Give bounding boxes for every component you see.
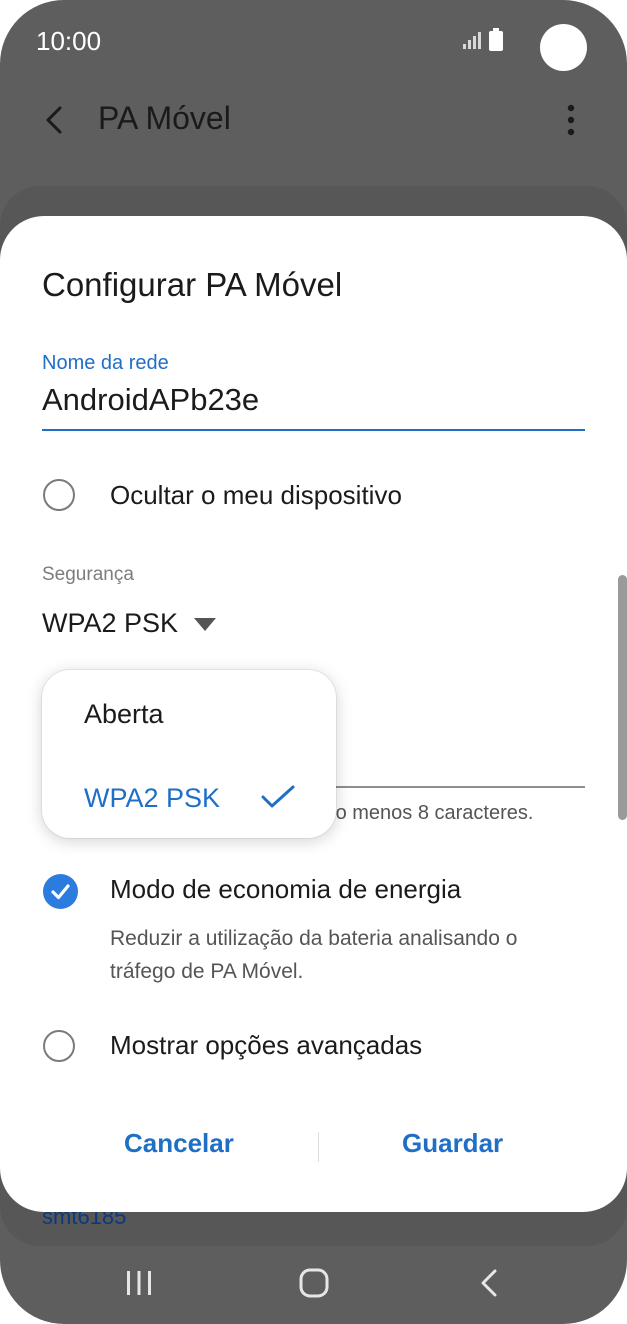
network-name-label: Nome da rede <box>42 352 169 374</box>
power-saving-checkbox[interactable] <box>43 874 78 909</box>
app-title: PA Móvel <box>98 100 231 136</box>
security-option-open[interactable]: Aberta <box>84 699 164 730</box>
advanced-options-label[interactable]: Mostrar opções avançadas <box>110 1030 422 1061</box>
app-bar: PA Móvel <box>0 90 627 150</box>
check-icon <box>51 884 70 900</box>
status-time: 10:00 <box>36 26 102 56</box>
signal-icon <box>463 32 481 49</box>
status-bar: 10:00 <box>0 0 627 84</box>
phone-screen: 10:00 PA Móvel smt6185 Configurar PA Móv… <box>0 0 627 1324</box>
network-name-underline <box>42 429 585 431</box>
navigation-bar <box>0 1248 627 1324</box>
hide-device-label[interactable]: Ocultar o meu dispositivo <box>110 480 402 511</box>
advanced-options-checkbox[interactable] <box>43 1030 75 1062</box>
hide-device-checkbox[interactable] <box>43 479 75 511</box>
power-saving-description: Reduzir a utilização da bateria analisan… <box>110 927 518 983</box>
security-select[interactable]: WPA2 PSK <box>42 608 178 639</box>
power-saving-label[interactable]: Modo de economia de energia <box>110 874 461 905</box>
recents-icon[interactable] <box>125 1270 153 1296</box>
network-name-input[interactable]: AndroidAPb23e <box>42 382 259 418</box>
back-arrow-icon[interactable] <box>40 102 70 138</box>
security-label: Segurança <box>42 564 134 585</box>
cancel-button[interactable]: Cancelar <box>124 1128 234 1159</box>
home-icon[interactable] <box>299 1268 329 1298</box>
more-vert-icon[interactable] <box>556 100 586 140</box>
check-icon <box>261 785 295 808</box>
security-option-wpa2[interactable]: WPA2 PSK <box>84 783 220 814</box>
nav-back-icon[interactable] <box>478 1268 500 1298</box>
footer-divider <box>318 1132 319 1162</box>
camera-cutout <box>540 24 587 71</box>
save-button[interactable]: Guardar <box>402 1128 503 1159</box>
security-dropdown-menu: Aberta WPA2 PSK <box>42 670 336 838</box>
scrollbar[interactable] <box>618 575 627 820</box>
dialog-title: Configurar PA Móvel <box>42 266 343 303</box>
dropdown-arrow-icon[interactable] <box>194 618 216 632</box>
battery-icon <box>489 28 503 51</box>
